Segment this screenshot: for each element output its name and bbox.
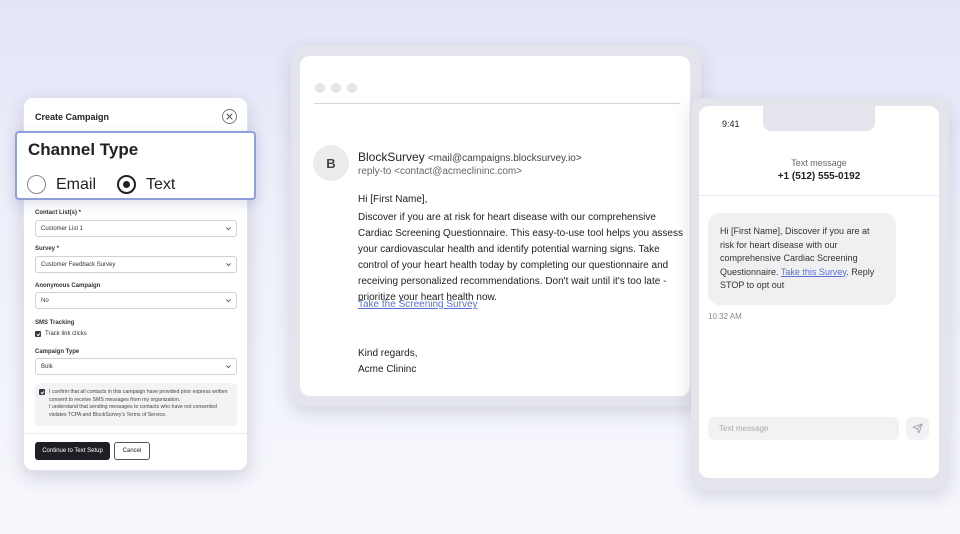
divider [24, 433, 247, 434]
close-icon [226, 113, 233, 120]
send-icon [912, 423, 923, 434]
sms-message-bubble: Hi [First Name], Discover if you are at … [708, 213, 896, 305]
send-button[interactable] [906, 417, 929, 440]
signoff: Kind regards, [358, 348, 418, 359]
consent-checkbox[interactable] [39, 389, 45, 395]
check-icon [40, 390, 44, 394]
chevron-down-icon [226, 299, 231, 303]
sms-phone-preview: 9:41 Text message +1 (512) 555-0192 Hi [… [691, 98, 949, 490]
campaign-type-label: Campaign Type [35, 349, 80, 355]
anonymous-campaign-select[interactable]: No [35, 292, 237, 309]
email-greeting: Hi [First Name], [358, 194, 428, 205]
window-dot[interactable] [315, 83, 325, 93]
sender-name: BlockSurvey [358, 150, 425, 164]
email-preview-window: B BlockSurvey <mail@campaigns.blocksurve… [291, 46, 701, 406]
survey-value: Customer Feedback Survey [41, 261, 116, 268]
chevron-down-icon [226, 227, 231, 231]
sms-compose-input[interactable] [708, 417, 899, 440]
window-dot[interactable] [347, 83, 357, 93]
sms-header-label: Text message [791, 158, 847, 168]
channel-type-title: Channel Type [28, 140, 139, 159]
email-preview-content: B BlockSurvey <mail@campaigns.blocksurve… [300, 56, 690, 396]
divider [314, 103, 680, 104]
radio-email[interactable] [27, 175, 46, 194]
sender-line: BlockSurvey <mail@campaigns.blocksurvey.… [358, 150, 582, 164]
radio-text[interactable] [117, 175, 136, 194]
campaign-type-value: Bulk [41, 363, 53, 370]
contact-list-value: Customer List 1 [41, 225, 84, 232]
consent-box: I confirm that all contacts in this camp… [35, 383, 237, 426]
sender-avatar: B [313, 145, 349, 181]
anonymous-campaign-value: No [41, 297, 49, 304]
channel-type-card: Channel Type Email Text [15, 131, 256, 200]
track-clicks-checkbox[interactable] [35, 331, 41, 337]
track-clicks-row: Track link clicks [35, 331, 87, 337]
contact-list-label: Contact List(s) * [35, 210, 82, 216]
email-body: Discover if you are at risk for heart di… [358, 212, 683, 303]
close-button[interactable] [222, 109, 237, 124]
continue-button[interactable]: Continue to Text Setup [35, 442, 110, 460]
chevron-down-icon [226, 365, 231, 369]
check-icon [36, 332, 40, 336]
panel-title: Create Campaign [35, 112, 110, 122]
sms-phone-number: +1 (512) 555-0192 [777, 171, 861, 182]
channel-option-label: Email [56, 175, 97, 193]
survey-link[interactable]: Take the Screening Survey [358, 299, 478, 310]
window-dot[interactable] [331, 83, 341, 93]
anonymous-campaign-label: Anonymous Campaign [35, 283, 101, 289]
sms-tracking-label: SMS Tracking [35, 320, 75, 326]
window-controls [315, 83, 357, 93]
chevron-down-icon [226, 263, 231, 267]
email-signature: Kind regards, Acme Clininc [358, 346, 417, 378]
survey-label: Survey * [35, 246, 60, 252]
survey-select[interactable]: Customer Feedback Survey [35, 256, 237, 273]
sms-survey-link[interactable]: Take this Survey [781, 267, 846, 277]
phone-screen: 9:41 Text message +1 (512) 555-0192 Hi [… [699, 106, 939, 478]
campaign-type-select[interactable]: Bulk [35, 358, 237, 375]
phone-notch [763, 106, 875, 131]
track-clicks-label: Track link clicks [45, 331, 87, 337]
contact-list-select[interactable]: Customer List 1 [35, 220, 237, 237]
channel-option-email[interactable]: Email [27, 175, 96, 194]
sms-message-time: 10:32 AM [708, 312, 742, 321]
consent-line-1: I confirm that all contacts in this camp… [49, 389, 228, 403]
consent-line-2: I understand that sending messages to co… [49, 404, 217, 418]
status-time: 9:41 [722, 119, 740, 129]
cancel-button[interactable]: Cancel [114, 442, 150, 460]
reply-to: reply-to <contact@acmeclininc.com> [358, 166, 523, 177]
divider [699, 195, 939, 196]
channel-option-label: Text [146, 175, 176, 193]
sender-address: <mail@campaigns.blocksurvey.io> [427, 153, 582, 164]
signature-name: Acme Clininc [358, 364, 417, 375]
channel-option-text[interactable]: Text [117, 175, 175, 194]
consent-text: I confirm that all contacts in this camp… [49, 389, 233, 419]
